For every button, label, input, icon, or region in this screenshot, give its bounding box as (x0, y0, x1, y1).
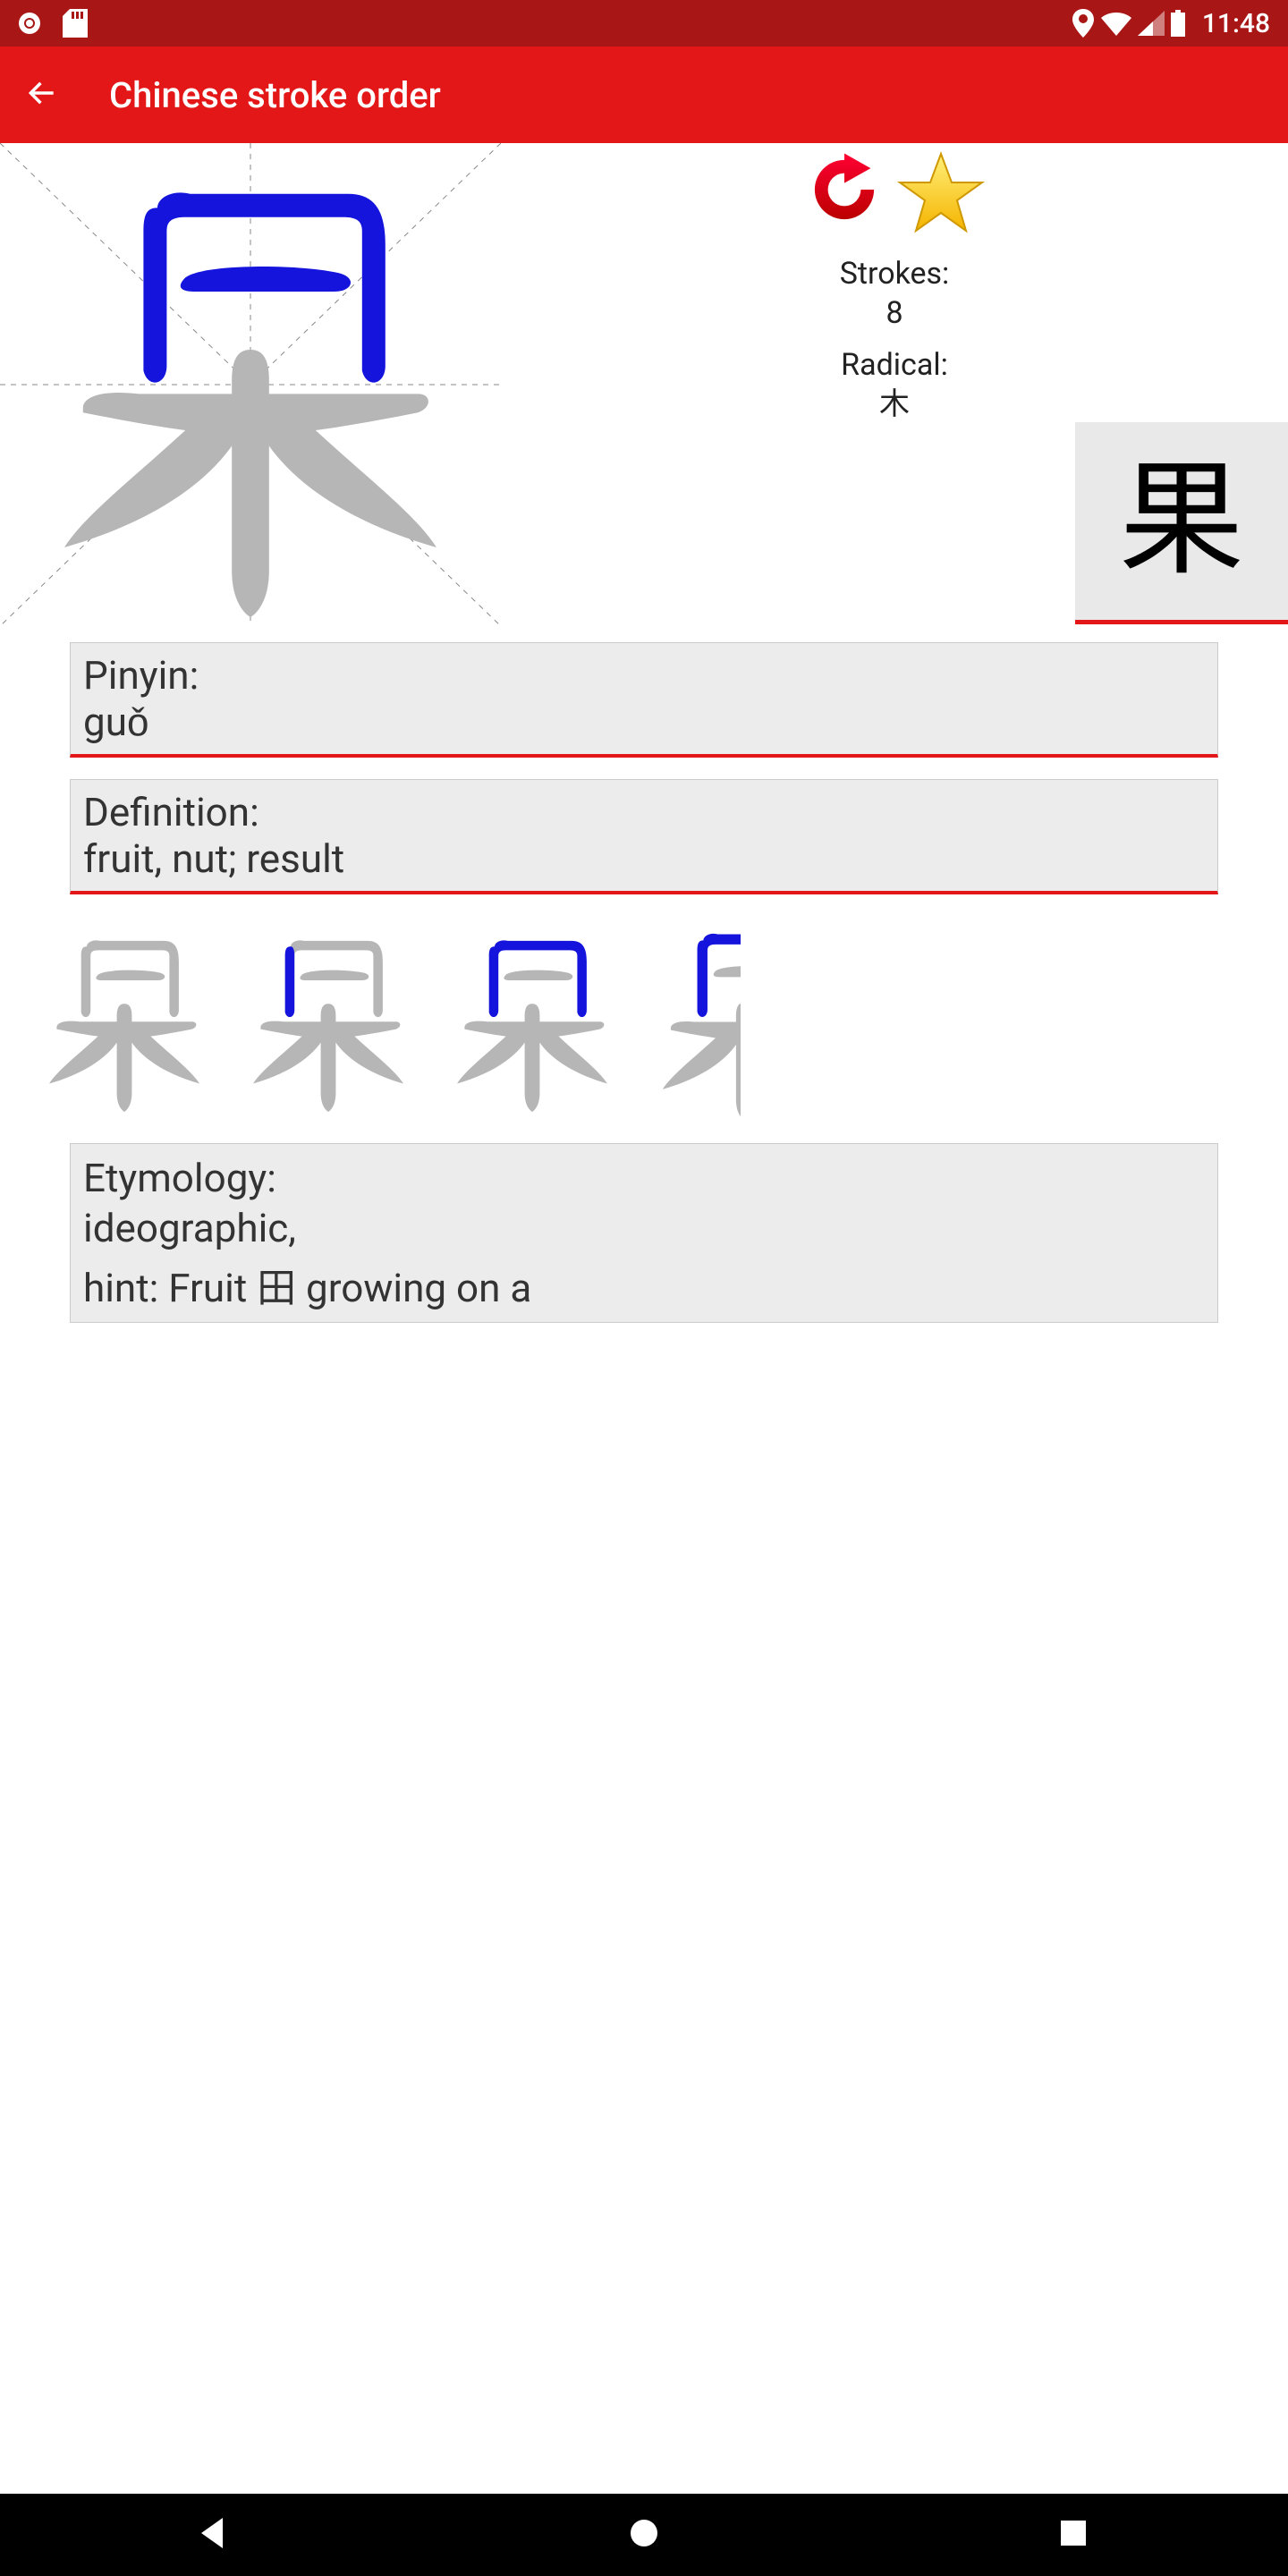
stroke-area: Strokes: 8 Radical: 木 果 (0, 143, 1288, 626)
clock: 11:48 (1202, 8, 1270, 39)
navigation-bar (0, 2494, 1288, 2576)
nav-home-button[interactable] (625, 2514, 663, 2555)
nav-recent-button[interactable] (1055, 2514, 1092, 2555)
app-bar: Chinese stroke order (0, 47, 1288, 143)
thumbnail-glyph: 果 (1119, 459, 1244, 584)
etymology-hint: hint: Fruit 田 growing on a (83, 1263, 1205, 1313)
radical-value: 木 (501, 386, 1288, 425)
character-thumbnail[interactable]: 果 (1075, 422, 1288, 624)
definition-label: Definition: (83, 789, 1205, 835)
stroke-step-1 (30, 916, 218, 1122)
battery-icon (1170, 10, 1186, 37)
location-icon (1072, 9, 1095, 38)
strokes-value: 8 (501, 293, 1288, 333)
favorite-star-button[interactable] (896, 148, 986, 242)
etymology-card[interactable]: Etymology: ideographic, hint: Fruit 田 gr… (70, 1143, 1218, 1323)
stroke-step-row[interactable] (0, 916, 1288, 1122)
replay-button[interactable] (803, 148, 886, 242)
main-character (0, 143, 501, 626)
etymology-type: ideographic, (83, 1203, 1205, 1253)
definition-card[interactable]: Definition: fruit, nut; result (70, 779, 1218, 894)
radical-label: Radical: (501, 345, 1288, 385)
pinyin-card[interactable]: Pinyin: guǒ (70, 642, 1218, 758)
stroke-step-4 (642, 916, 741, 1122)
app-title: Chinese stroke order (109, 74, 441, 116)
status-bar: 11:48 (0, 0, 1288, 47)
record-icon (18, 12, 41, 35)
stroke-canvas[interactable] (0, 143, 501, 626)
pinyin-label: Pinyin: (83, 652, 1205, 699)
pinyin-value: guǒ (83, 699, 1205, 745)
back-arrow-icon[interactable] (25, 76, 59, 114)
sd-card-icon (63, 9, 88, 38)
stroke-step-3 (438, 916, 626, 1122)
definition-value: fruit, nut; result (83, 835, 1205, 882)
nav-back-button[interactable] (196, 2514, 233, 2555)
stroke-step-2 (234, 916, 422, 1122)
etymology-label: Etymology: (83, 1153, 1205, 1203)
info-panel: Strokes: 8 Radical: 木 果 (501, 143, 1288, 626)
stroke-count: Strokes: 8 (501, 254, 1288, 333)
cell-signal-icon (1138, 11, 1165, 36)
strokes-label: Strokes: (501, 254, 1288, 293)
wifi-icon (1100, 11, 1132, 36)
radical-info: Radical: 木 (501, 345, 1288, 424)
